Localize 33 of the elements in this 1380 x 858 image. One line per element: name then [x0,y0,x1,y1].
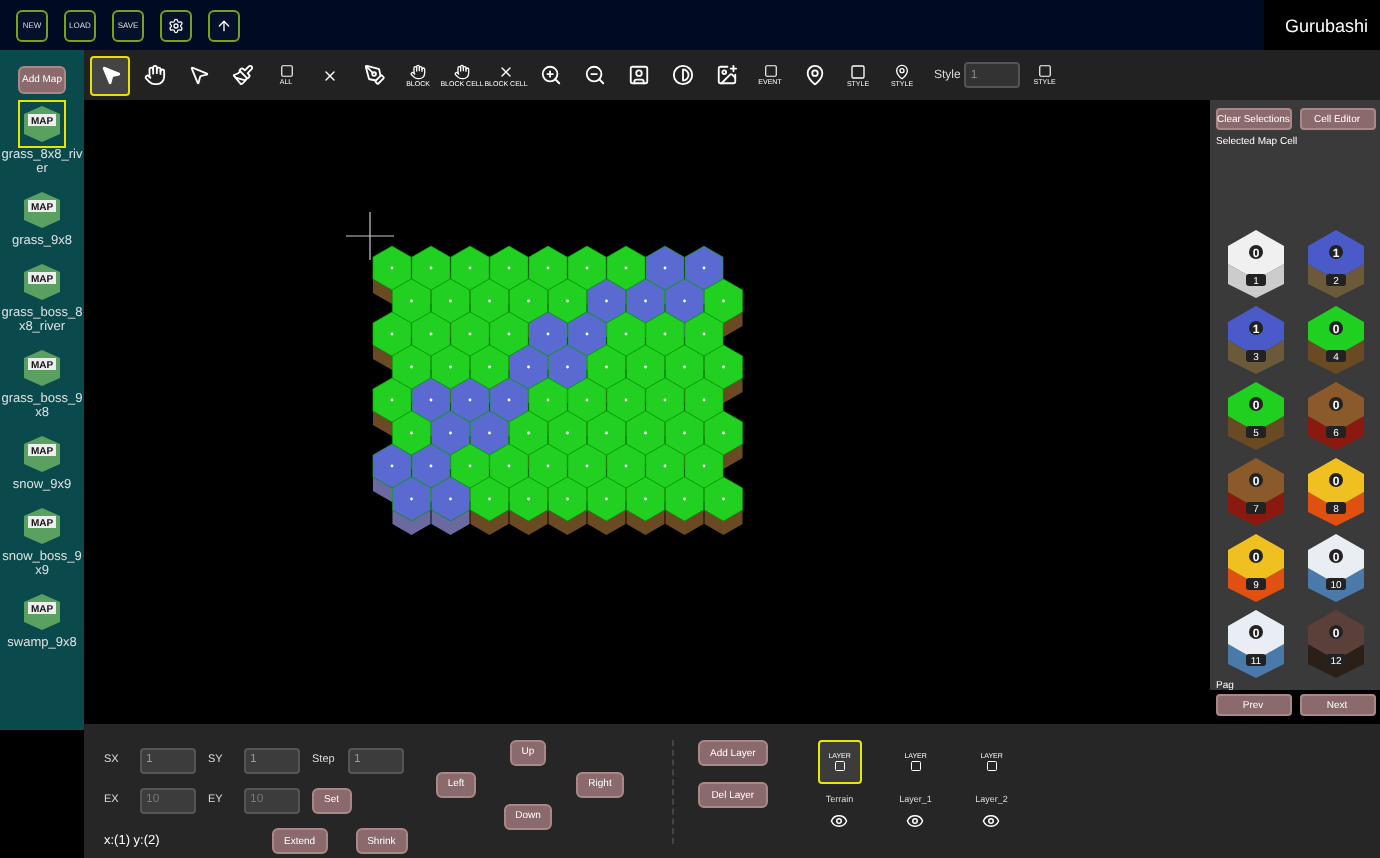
eye-icon [982,812,1001,830]
brush-icon [231,64,253,86]
crosshair-icon [346,212,394,260]
x-icon [498,63,514,79]
arrow-up-icon [216,17,232,33]
image-icon [715,64,737,86]
pointer-icon [187,64,209,86]
marker-icon [363,64,385,86]
square-icon [1037,64,1052,78]
eye-icon [906,812,925,830]
square-icon [909,760,922,772]
tool-button[interactable] [90,55,130,95]
zoom-in-icon [539,64,561,86]
eye-icon [830,812,849,830]
hand-icon [143,64,165,86]
zoom-out-icon [583,64,605,86]
portrait-icon [627,64,649,86]
square-icon [833,760,846,772]
settings-icon [168,17,184,33]
square-icon [279,64,293,78]
pin-icon [894,63,910,79]
upload-button[interactable] [208,9,240,41]
contrast-icon [671,64,693,86]
square-icon [850,63,866,79]
settings-button[interactable] [160,9,192,41]
project-title: Gurubashi [1264,0,1380,50]
x-icon [322,67,338,83]
pin-icon [803,64,825,86]
square-icon [763,64,777,78]
square-icon [985,760,998,772]
hand-icon [410,63,426,79]
hand-icon [454,63,470,79]
pointer-icon [99,64,121,86]
